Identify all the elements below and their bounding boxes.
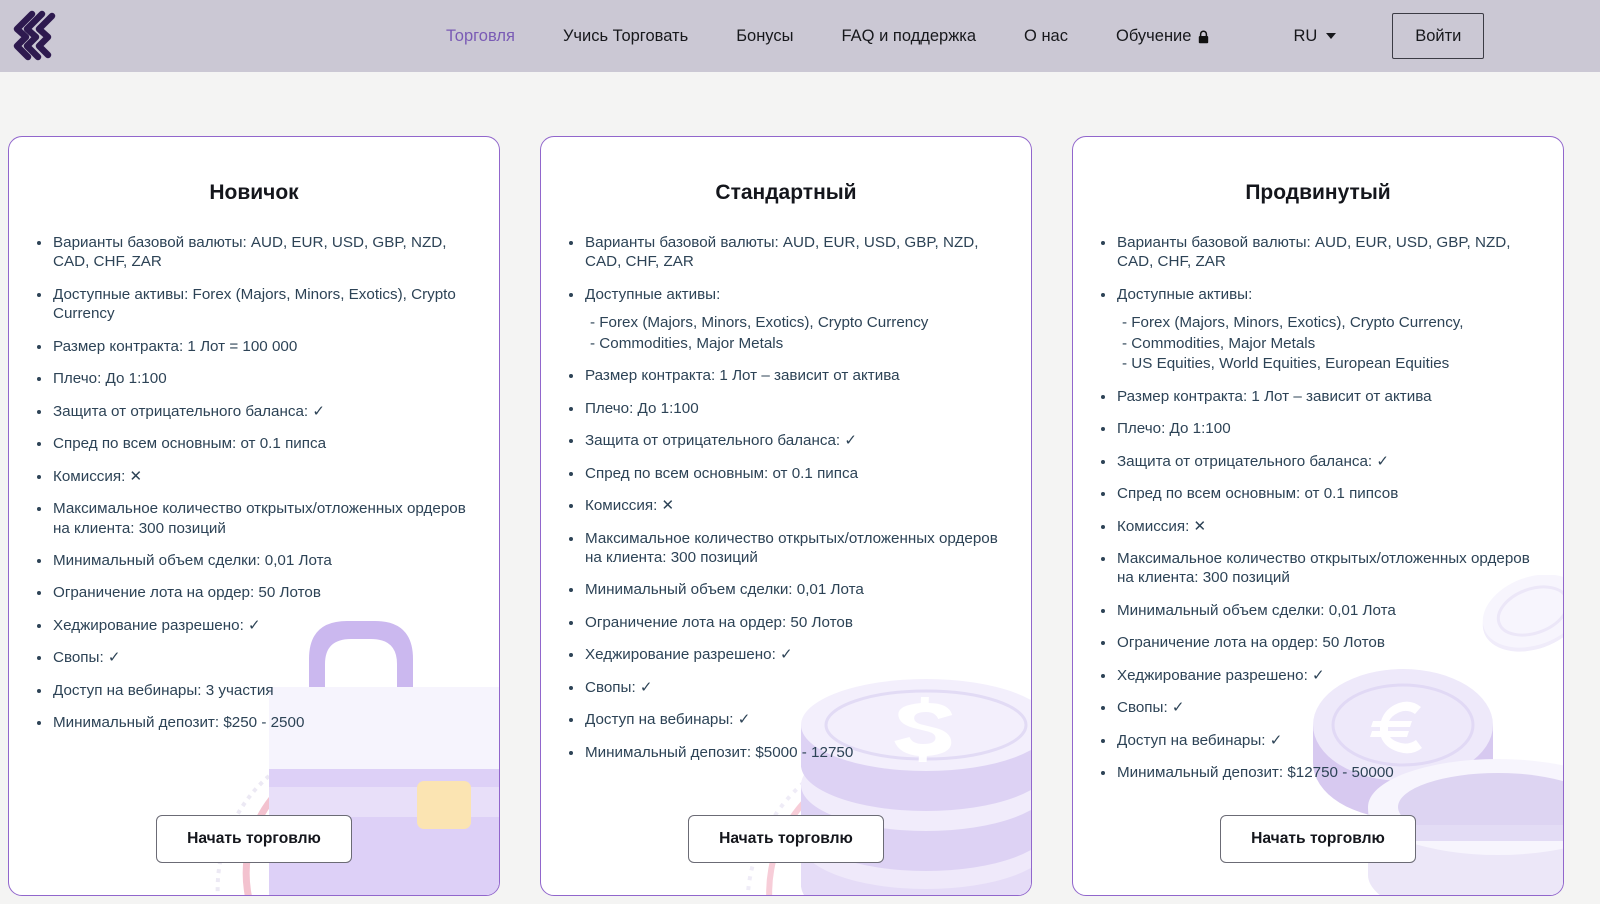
nav-item-trading[interactable]: Торговля [422, 27, 539, 46]
feature-item: Свопы: ✓ [569, 678, 1007, 697]
feature-subitem: - Commodities, Major Metals [590, 334, 784, 352]
nav-item-education[interactable]: Обучение [1092, 27, 1233, 46]
account-card-standard: Стандартный Варианты базовой валюты: AUD… [540, 136, 1032, 896]
login-button[interactable]: Войти [1392, 13, 1485, 59]
account-card-beginner: Новичок Варианты базовой валюты: AUD, EU… [8, 136, 500, 896]
main-nav: Торговля Учись Торговать Бонусы FAQ и по… [422, 27, 1233, 46]
feature-item: Хеджирование разрешено: ✓ [1101, 666, 1539, 685]
feature-item: Максимальное количество открытых/отложен… [37, 499, 475, 538]
nav-item-bonuses[interactable]: Бонусы [712, 27, 817, 46]
start-trading-button[interactable]: Начать торговлю [1220, 815, 1416, 863]
feature-subitem: - Commodities, Major Metals [1122, 334, 1316, 352]
feature-sublist: - Forex (Majors, Minors, Exotics), Crypt… [1117, 313, 1539, 373]
start-trading-button[interactable]: Начать торговлю [688, 815, 884, 863]
feature-item: Защита от отрицательного баланса: ✓ [37, 402, 475, 421]
feature-item: Минимальный объем сделки: 0,01 Лота [37, 551, 475, 570]
feature-item: Хеджирование разрешено: ✓ [37, 616, 475, 635]
feature-item: Спред по всем основным: от 0.1 пипсов [1101, 484, 1539, 503]
feature-list: Варианты базовой валюты: AUD, EUR, USD, … [1073, 233, 1563, 783]
nav-label: Торговля [446, 26, 515, 45]
feature-item: Ограничение лота на ордер: 50 Лотов [569, 613, 1007, 632]
lock-icon [1198, 30, 1209, 44]
card-title: Новичок [209, 181, 299, 204]
feature-list: Варианты базовой валюты: AUD, EUR, USD, … [541, 233, 1031, 762]
feature-item: Максимальное количество открытых/отложен… [1101, 549, 1539, 588]
nav-label: Учись Торговать [562, 26, 689, 45]
feature-item: Варианты базовой валюты: AUD, EUR, USD, … [569, 233, 1007, 272]
account-card-advanced: Продвинутый Варианты базовой валюты: AUD… [1072, 136, 1564, 896]
brand-logo[interactable] [0, 0, 72, 72]
feature-item: Комиссия: ✕ [37, 467, 475, 486]
feature-item: Спред по всем основным: от 0.1 пипса [37, 434, 475, 453]
nav-label: Обучение [1116, 26, 1192, 45]
brand-logo-icon [13, 10, 56, 61]
feature-item: Минимальный объем сделки: 0,01 Лота [1101, 601, 1539, 620]
cta-container: Начать торговлю [541, 815, 1031, 863]
feature-item: Спред по всем основным: от 0.1 пипса [569, 464, 1007, 483]
feature-item: Варианты базовой валюты: AUD, EUR, USD, … [37, 233, 475, 272]
nav-label: О нас [1024, 26, 1068, 45]
feature-sublist: - Forex (Majors, Minors, Exotics), Crypt… [585, 313, 1007, 353]
feature-item: Минимальный депозит: $12750 - 50000 [1101, 763, 1539, 782]
nav-label: FAQ и поддержка [841, 26, 977, 45]
card-title: Стандартный [715, 181, 857, 204]
nav-label: Бонусы [736, 26, 794, 45]
feature-item: Ограничение лота на ордер: 50 Лотов [37, 583, 475, 602]
feature-item: Минимальный депозит: $5000 - 12750 [569, 743, 1007, 762]
feature-item: Свопы: ✓ [37, 648, 475, 667]
language-selector[interactable]: RU [1293, 26, 1337, 46]
feature-item: Доступ на вебинары: ✓ [569, 710, 1007, 729]
site-header: Торговля Учись Торговать Бонусы FAQ и по… [0, 0, 1600, 72]
feature-item: Доступные активы: - Forex (Majors, Minor… [569, 285, 1007, 353]
feature-item: Плечо: До 1:100 [569, 399, 1007, 418]
feature-item: Доступные активы: - Forex (Majors, Minor… [1101, 285, 1539, 374]
nav-item-learn-to-trade[interactable]: Учись Торговать [539, 27, 712, 46]
feature-item: Плечо: До 1:100 [1101, 419, 1539, 438]
feature-item: Доступ на вебинары: 3 участия [37, 681, 475, 700]
feature-item: Доступные активы: Forex (Majors, Minors,… [37, 285, 475, 324]
feature-item: Плечо: До 1:100 [37, 369, 475, 388]
feature-item: Защита от отрицательного баланса: ✓ [1101, 452, 1539, 471]
feature-item: Ограничение лота на ордер: 50 Лотов [1101, 633, 1539, 652]
feature-item: Минимальный депозит: $250 - 2500 [37, 713, 475, 732]
language-label: RU [1293, 26, 1318, 45]
feature-item: Варианты базовой валюты: AUD, EUR, USD, … [1101, 233, 1539, 272]
feature-subitem: - US Equities, World Equities, European … [1122, 355, 1450, 373]
feature-subitem: - Forex (Majors, Minors, Exotics), Crypt… [1122, 314, 1464, 332]
nav-item-about-us[interactable]: О нас [1000, 27, 1092, 46]
account-types-grid: Новичок Варианты базовой валюты: AUD, EU… [8, 136, 1592, 896]
feature-item: Хеджирование разрешено: ✓ [569, 645, 1007, 664]
cta-container: Начать торговлю [1073, 815, 1563, 863]
feature-item: Размер контракта: 1 Лот = 100 000 [37, 337, 475, 356]
feature-item: Размер контракта: 1 Лот – зависит от акт… [569, 366, 1007, 385]
card-title: Продвинутый [1245, 181, 1391, 204]
feature-item: Минимальный объем сделки: 0,01 Лота [569, 580, 1007, 599]
nav-item-faq-support[interactable]: FAQ и поддержка [817, 27, 1000, 46]
feature-item: Комиссия: ✕ [569, 496, 1007, 515]
feature-item: Размер контракта: 1 Лот – зависит от акт… [1101, 387, 1539, 406]
feature-item: Максимальное количество открытых/отложен… [569, 529, 1007, 568]
feature-list: Варианты базовой валюты: AUD, EUR, USD, … [9, 233, 499, 733]
chevron-down-icon [1326, 33, 1337, 39]
feature-subitem: - Forex (Majors, Minors, Exotics), Crypt… [590, 314, 929, 332]
feature-item: Комиссия: ✕ [1101, 517, 1539, 536]
feature-item: Свопы: ✓ [1101, 698, 1539, 717]
start-trading-button[interactable]: Начать торговлю [156, 815, 352, 863]
cta-container: Начать торговлю [9, 815, 499, 863]
feature-item: Доступ на вебинары: ✓ [1101, 731, 1539, 750]
feature-item: Защита от отрицательного баланса: ✓ [569, 431, 1007, 450]
